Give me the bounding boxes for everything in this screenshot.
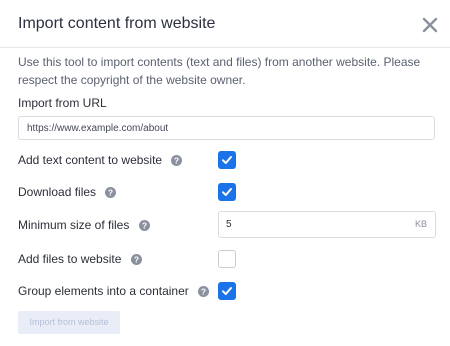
svg-text:?: ?	[174, 156, 179, 166]
close-button[interactable]	[419, 14, 441, 36]
add-text-option: Add text content to website ?	[18, 153, 183, 167]
dialog-header: Import content from website	[0, 0, 450, 48]
group-checkbox[interactable]	[218, 282, 236, 300]
import-button[interactable]: Import from website	[18, 311, 120, 334]
min-size-label: Minimum size of files	[18, 218, 130, 232]
group-label: Group elements into a container	[18, 284, 189, 298]
help-icon[interactable]: ?	[105, 187, 117, 198]
min-size-field: KB	[218, 211, 436, 238]
add-files-option: Add files to website ?	[18, 252, 142, 266]
help-icon[interactable]: ?	[130, 254, 142, 265]
header-divider	[0, 47, 450, 48]
add-text-label: Add text content to website	[18, 153, 163, 167]
group-option: Group elements into a container ?	[18, 284, 210, 298]
check-icon	[222, 287, 232, 295]
check-icon	[222, 188, 232, 196]
min-size-input[interactable]	[226, 217, 376, 232]
close-icon	[422, 17, 438, 33]
check-icon	[222, 156, 232, 164]
add-files-checkbox[interactable]	[218, 250, 236, 268]
download-files-option: Download files ?	[18, 185, 117, 199]
url-input[interactable]	[18, 116, 435, 140]
help-icon[interactable]: ?	[138, 220, 150, 231]
size-unit: KB	[414, 219, 427, 229]
download-files-checkbox[interactable]	[218, 183, 236, 201]
help-icon[interactable]: ?	[198, 286, 210, 297]
svg-text:?: ?	[108, 188, 113, 198]
min-size-option: Minimum size of files ?	[18, 218, 150, 232]
import-dialog: Import content from website Use this too…	[0, 0, 450, 346]
svg-text:?: ?	[201, 287, 206, 297]
url-label: Import from URL	[18, 96, 107, 110]
svg-text:?: ?	[142, 221, 147, 231]
download-files-label: Download files	[18, 185, 97, 199]
dialog-description: Use this tool to import contents (text a…	[18, 55, 421, 87]
help-icon[interactable]: ?	[171, 155, 183, 166]
svg-text:?: ?	[134, 255, 139, 265]
add-text-checkbox[interactable]	[218, 151, 236, 169]
dialog-title: Import content from website	[18, 15, 216, 32]
add-files-label: Add files to website	[18, 252, 122, 266]
